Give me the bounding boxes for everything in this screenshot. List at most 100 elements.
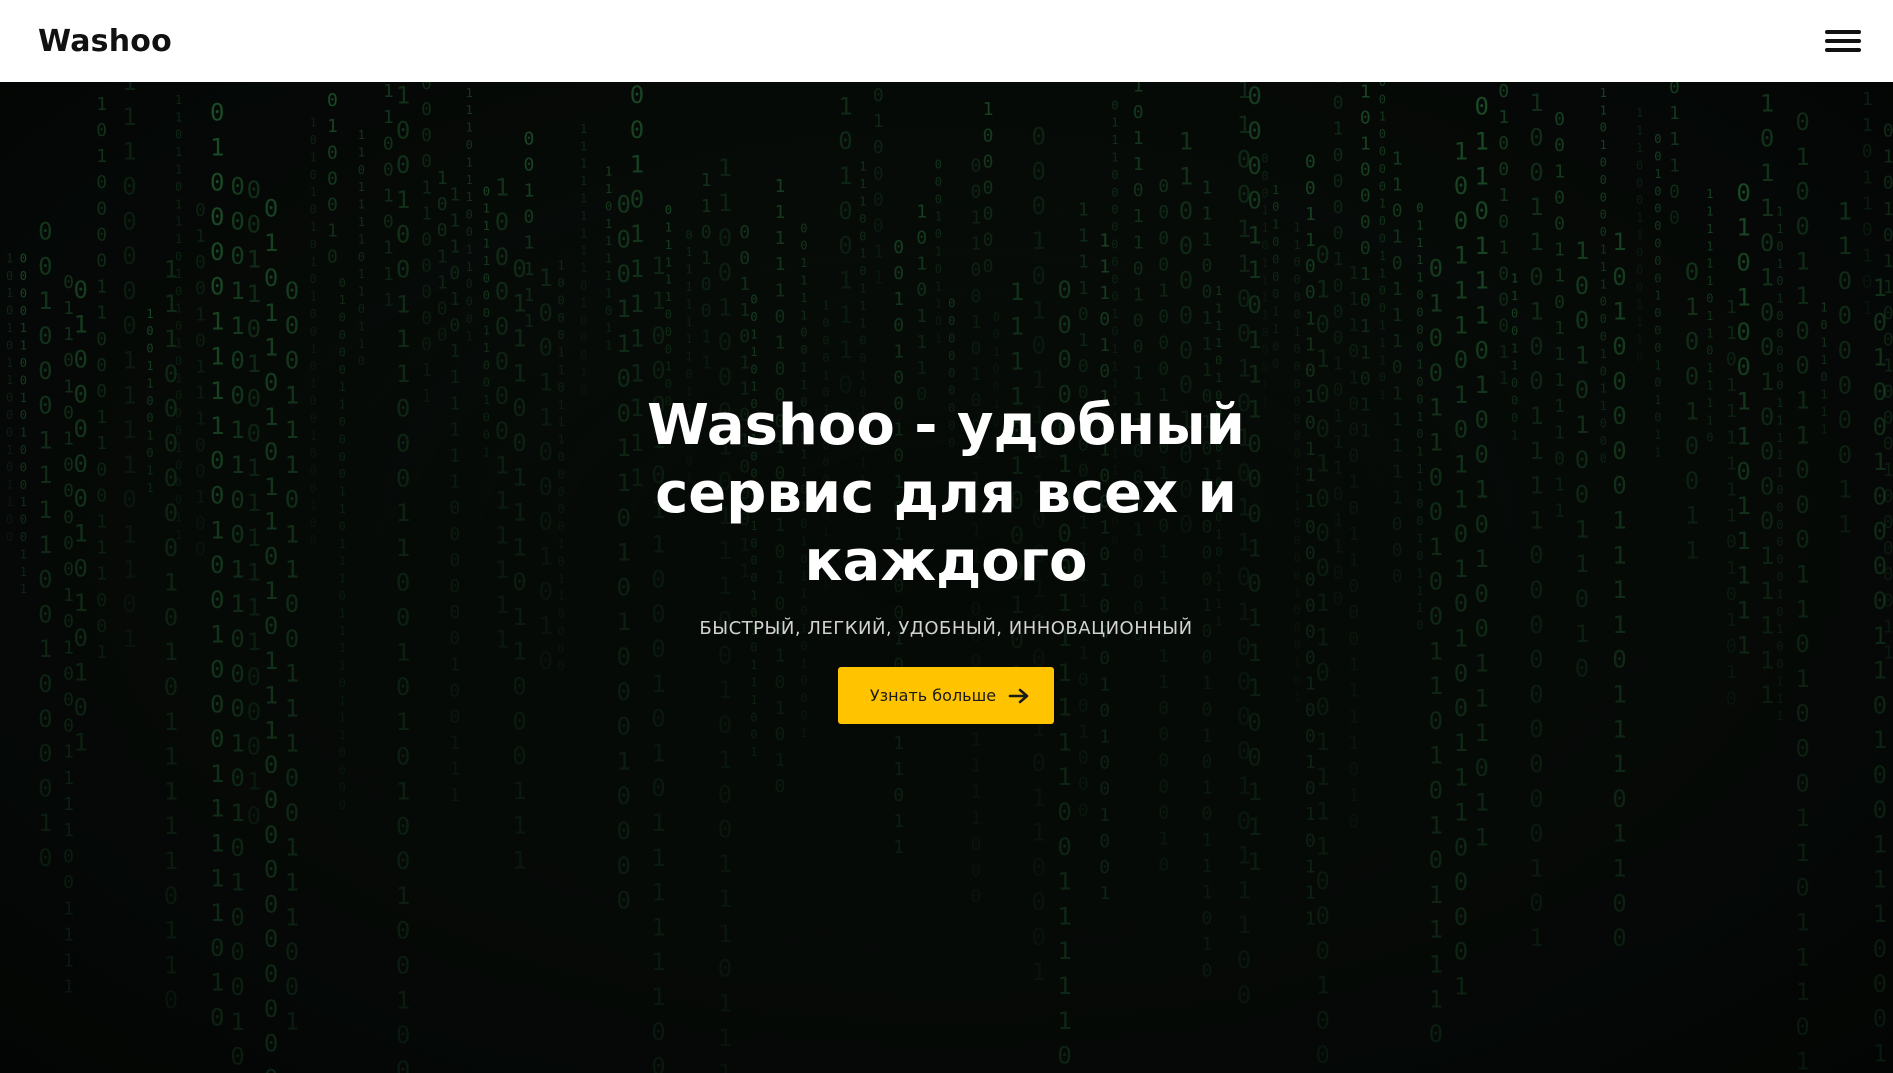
binary-digit: 1 [701,248,712,269]
binary-digit: 0 [495,347,509,375]
binary-digit: 0 [38,252,52,280]
learn-more-button[interactable]: Узнать больше [837,667,1055,724]
binary-digit: 1 [383,238,394,259]
binary-digit: 1 [1883,277,1893,298]
binary-digit: 0 [1379,82,1386,89]
binary-digit: 1 [665,290,672,304]
binary-digit: 1 [1215,336,1222,350]
binary-digit: 1 [1529,924,1543,952]
binary-digit: 1 [1294,238,1301,252]
binary-digit: 1 [1776,222,1783,236]
binary-digit: 1 [195,357,206,378]
binary-digit: 1 [6,495,13,509]
binary-digit: 1 [1078,722,1089,743]
binary-digit: 0 [1333,197,1344,218]
binary-digit: 0 [264,612,278,640]
binary-digit: 1 [701,353,712,374]
binary-digit: 1 [1416,566,1423,580]
binary-digit: 1 [630,359,644,387]
binary-digit: 1 [495,452,509,480]
binary-digit: 0 [1706,431,1713,445]
binary-digit: 0 [6,512,13,526]
binary-digit: 1 [1429,289,1443,317]
binary-digit: 0 [1099,831,1110,852]
binary-digit: 1 [893,837,904,858]
hamburger-menu-icon[interactable] [1825,26,1861,56]
binary-digit: 0 [285,799,299,827]
binary-digit: 0 [210,482,224,510]
binary-digit: 0 [1795,213,1809,241]
binary-digit: 0 [483,271,490,285]
binary-digit: 0 [775,776,786,797]
binary-digit: 0 [20,252,27,266]
binary-digit: 0 [1726,532,1737,553]
binary-digit: 0 [1760,229,1774,257]
binary-digit: 0 [63,272,74,293]
binary-digit: 0 [993,310,1000,324]
binary-digit: 0 [122,486,136,514]
binary-digit: 0 [1316,937,1330,965]
binary-digit: 0 [1795,108,1809,136]
binary-digit: 1 [175,511,182,525]
binary-digit: 1 [1057,902,1071,930]
binary-digit: 1 [1360,395,1371,416]
binary-digit: 1 [1883,251,1893,272]
binary-digit: 0 [1179,267,1193,295]
binary-digit: 1 [580,209,587,223]
binary-digit: 1 [247,280,261,308]
binary-digit: 0 [230,207,244,235]
brand-logo[interactable]: Washoo [38,24,172,59]
binary-digit: 1 [1247,221,1261,249]
binary-digit: 0 [247,733,261,761]
binary-digit: 0 [1111,238,1118,252]
binary-digit: 1 [1316,798,1330,826]
binary-digit: 1 [1654,393,1661,407]
binary-digit: 0 [1099,779,1110,800]
binary-digit: 1 [483,254,490,268]
binary-digit: 1 [1429,951,1443,979]
binary-digit: 0 [146,342,153,356]
binary-digit: 1 [175,371,182,385]
binary-digit: 0 [1416,514,1423,528]
binary-digit: 1 [6,286,13,300]
binary-digit: 1 [739,352,750,373]
binary-digit: 0 [1862,220,1873,241]
binary-digit: 1 [1529,89,1543,117]
binary-digit: 0 [524,128,535,149]
binary-digit: 1 [1305,308,1316,329]
binary-digit: 1 [20,321,27,335]
binary-digit: 0 [310,307,317,321]
binary-digit: 1 [1554,240,1565,261]
binary-digit: 0 [396,604,410,632]
binary-digit: 0 [20,286,27,300]
binary-digit: 0 [195,461,206,482]
binary-digit: 1 [1612,298,1626,326]
binary-digit: 0 [580,331,587,345]
binary-digit: 1 [1392,383,1403,404]
binary-digit: 1 [1736,214,1750,242]
binary-digit: 1 [210,516,224,544]
binary-digit: 0 [1429,463,1443,491]
binary-digit: 0 [1333,223,1344,244]
binary-digit: 0 [449,524,460,545]
binary-digit: 0 [1333,301,1344,322]
binary-digit: 1 [1760,542,1774,570]
binary-digit: 1 [1685,293,1699,321]
binary-digit: 1 [718,885,732,913]
binary-digit: 0 [1416,549,1423,563]
binary-digit: 0 [310,272,317,286]
binary-digit: 1 [1333,249,1344,270]
binary-digit: 0 [247,176,261,204]
binary-digit: 1 [339,606,346,620]
binary-digit: 0 [983,230,994,251]
binary-digit: 0 [1429,846,1443,874]
binary-digit: 0 [1202,282,1213,303]
binary-digit: 0 [1202,960,1213,981]
binary-digit: 0 [1158,359,1169,380]
binary-digit: 1 [651,739,665,767]
binary-digit: 0 [1348,576,1359,597]
binary-digit: 1 [1862,246,1873,267]
binary-digit: 1 [1554,501,1565,522]
binary-digit: 1 [1820,353,1827,367]
binary-digit: 0 [1392,357,1403,378]
